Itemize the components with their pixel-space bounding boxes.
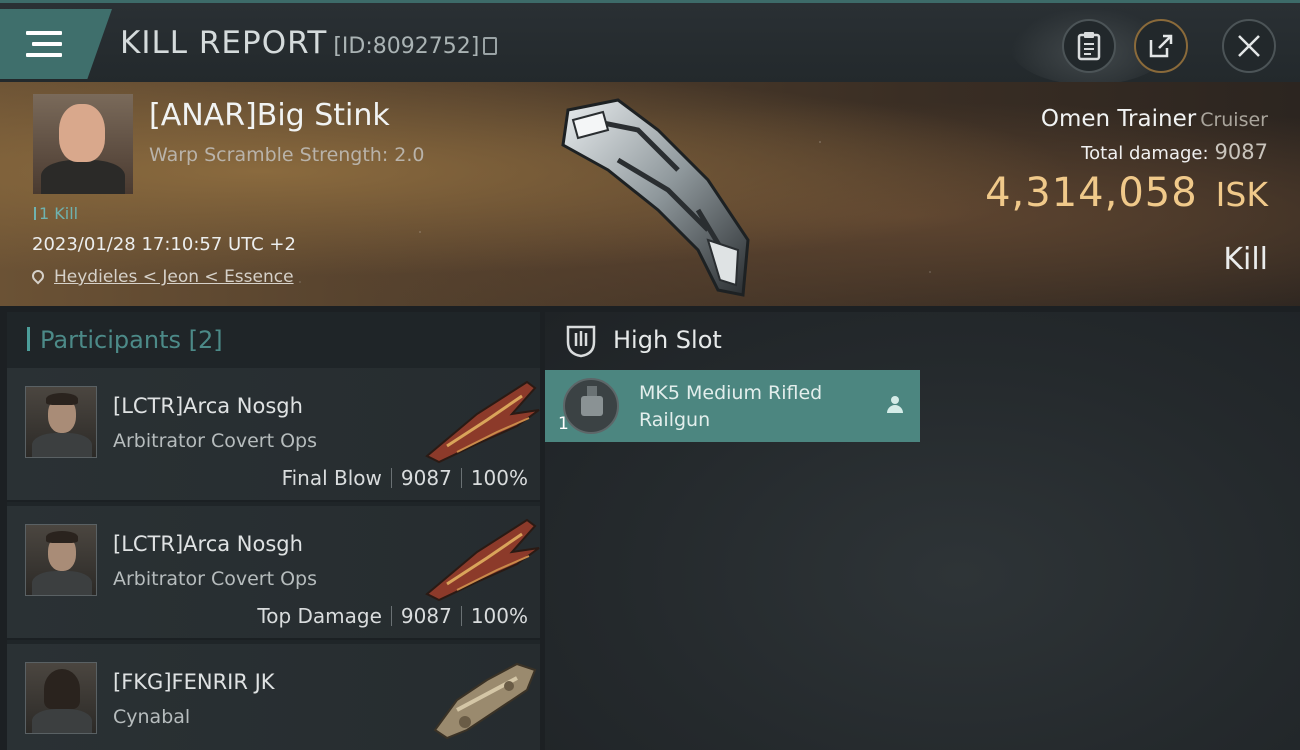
menu-button[interactable]: [0, 9, 112, 79]
module-quantity: 1: [558, 414, 569, 434]
participant-avatar[interactable]: [25, 524, 97, 596]
victim-banner: [ANAR]Big Stink Warp Scramble Strength: …: [0, 82, 1300, 306]
participant-name[interactable]: [LCTR]Arca Nosgh: [113, 394, 303, 418]
page-title-text: KILL REPORT: [120, 25, 328, 61]
isk-unit: ISK: [1215, 175, 1268, 214]
location-link[interactable]: Heydieles < Jeon < Essence: [54, 267, 294, 287]
participant-tag: Top Damage: [257, 604, 382, 628]
total-damage-value: 9087: [1214, 140, 1268, 164]
participant-percent: 100%: [470, 466, 528, 490]
participant-row[interactable]: [LCTR]Arca Nosgh Arbitrator Covert Ops T…: [7, 506, 540, 640]
location-pin-icon: [29, 267, 47, 285]
victim-ship-line: Omen Trainer Cruiser: [1041, 106, 1268, 132]
kill-datetime: 2023/01/28 17:10:57 UTC +2: [32, 234, 296, 255]
total-damage-label: Total damage:: [1081, 143, 1209, 164]
warp-scramble-strength: Warp Scramble Strength: 2.0: [149, 144, 425, 166]
copy-icon[interactable]: [483, 37, 498, 55]
victim-ship-image: [561, 98, 750, 297]
module-name: MK5 Medium Rifled Railgun: [639, 382, 823, 431]
victim-ship-class: Cruiser: [1200, 109, 1268, 131]
participant-avatar[interactable]: [25, 662, 97, 734]
participant-damage: 9087: [400, 466, 452, 490]
victim-portrait[interactable]: [33, 94, 133, 194]
share-icon: [1149, 34, 1173, 58]
participant-ship-image: [425, 380, 540, 464]
participants-header-text: Participants [2]: [40, 326, 223, 354]
header-bar: KILL REPORT [ID:8092752]: [0, 0, 1300, 85]
isk-loss: 4,314,058 ISK: [985, 170, 1268, 216]
participant-ship-image: [433, 662, 537, 740]
participant-ship: Arbitrator Covert Ops: [113, 430, 318, 452]
participants-header: Participants [2]: [27, 326, 223, 354]
fittings-panel: High Slot 1 MK5 Medium Rifled Railgun: [545, 312, 1300, 750]
high-slot-icon: [566, 325, 596, 358]
share-button[interactable]: [1134, 19, 1188, 73]
participant-name[interactable]: [LCTR]Arca Nosgh: [113, 532, 303, 556]
total-damage: Total damage: 9087: [1081, 140, 1268, 164]
participant-damage: 9087: [400, 604, 452, 628]
railgun-icon: [563, 378, 619, 434]
kill-location[interactable]: Heydieles < Jeon < Essence: [29, 267, 294, 287]
victim-ship-name[interactable]: Omen Trainer: [1041, 106, 1196, 132]
clipboard-icon: [1077, 32, 1101, 61]
participant-ship-image: [425, 518, 540, 602]
close-button[interactable]: [1222, 19, 1276, 73]
page-title: KILL REPORT [ID:8092752]: [120, 25, 498, 61]
kill-count: 1 Kill: [34, 204, 78, 223]
participant-stats: Final Blow 9087 100%: [282, 466, 528, 490]
participant-ship: Arbitrator Covert Ops: [113, 568, 318, 590]
menu-icon: [26, 31, 62, 59]
participant-row[interactable]: [LCTR]Arca Nosgh Arbitrator Covert Ops F…: [7, 368, 540, 502]
clipboard-button[interactable]: [1062, 19, 1116, 73]
module-item[interactable]: 1 MK5 Medium Rifled Railgun: [545, 370, 920, 442]
high-slot-label: High Slot: [613, 326, 722, 354]
person-icon[interactable]: [887, 396, 903, 414]
participants-panel: Participants [2] [LCTR]Arca Nosgh Arbitr…: [7, 312, 540, 750]
participant-tag: Final Blow: [281, 466, 382, 490]
participant-avatar[interactable]: [25, 386, 97, 458]
participant-ship: Cynabal: [113, 706, 191, 728]
close-icon: [1238, 35, 1260, 57]
participant-row[interactable]: [FKG]FENRIR JK Cynabal: [7, 644, 540, 750]
participant-percent: 100%: [470, 604, 528, 628]
report-id: [ID:8092752]: [333, 34, 480, 59]
participant-stats: Top Damage 9087 100%: [257, 604, 528, 628]
participant-name[interactable]: [FKG]FENRIR JK: [113, 670, 275, 694]
isk-value: 4,314,058: [985, 170, 1198, 216]
kill-count-text: 1 Kill: [39, 204, 79, 223]
victim-name[interactable]: [ANAR]Big Stink: [149, 98, 390, 133]
kill-result-label: Kill: [1223, 242, 1268, 277]
